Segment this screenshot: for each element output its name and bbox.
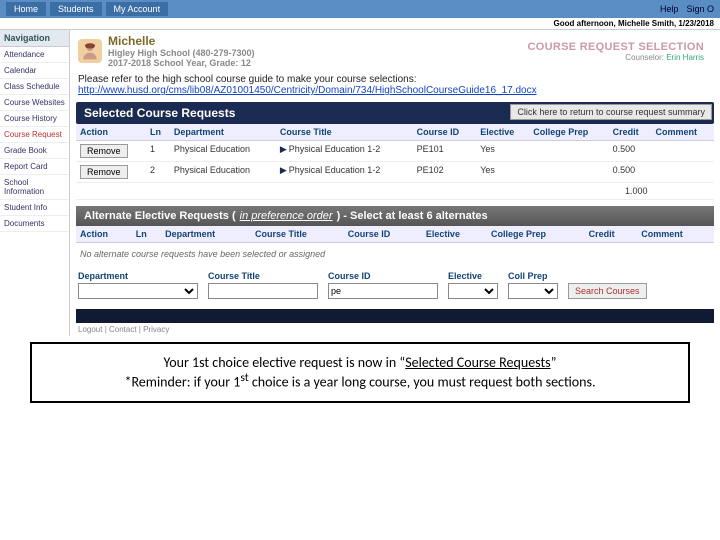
col-action: Action xyxy=(76,226,132,243)
greeting-bar: Good afternoon, Michelle Smith, 1/23/201… xyxy=(0,18,720,30)
remove-button[interactable]: Remove xyxy=(80,165,128,179)
alternates-header: Alternate Elective Requests (in preferen… xyxy=(76,206,714,226)
dept-label: Department xyxy=(78,271,198,281)
selected-requests-table: Action Ln Department Course Title Course… xyxy=(76,124,714,200)
col-elective: Elective xyxy=(422,226,487,243)
id-label: Course ID xyxy=(328,271,438,281)
col-title: Course Title xyxy=(276,124,413,141)
title-label: Course Title xyxy=(208,271,318,281)
top-nav: Home Students My Account Help Sign O xyxy=(0,0,720,18)
course-guide-link[interactable]: http://www.husd.org/cms/lib08/AZ01001450… xyxy=(78,85,537,96)
guide-notice: Please refer to the high school course g… xyxy=(70,72,720,98)
sidebar-item-report-card[interactable]: Report Card xyxy=(0,159,69,175)
counselor-label: Counselor: Erin Harris xyxy=(255,53,704,62)
col-id: Course ID xyxy=(413,124,477,141)
col-dept: Department xyxy=(170,124,276,141)
sidebar-item-grade-book[interactable]: Grade Book xyxy=(0,143,69,159)
no-alternates-message: No alternate course requests have been s… xyxy=(70,243,720,265)
sidebar-item-student-info[interactable]: Student Info xyxy=(0,200,69,216)
student-name: Michelle xyxy=(108,34,255,48)
col-credit: Credit xyxy=(609,124,652,141)
col-action: Action xyxy=(76,124,146,141)
col-prep: College Prep xyxy=(529,124,608,141)
return-summary-button[interactable]: Click here to return to course request s… xyxy=(510,104,712,120)
course-title-input[interactable] xyxy=(208,283,318,299)
col-ln: Ln xyxy=(132,226,161,243)
total-credit: 1.000 xyxy=(609,183,652,200)
elective-label: Elective xyxy=(448,271,498,281)
triangle-icon: ▶ xyxy=(280,165,287,175)
tab-home[interactable]: Home xyxy=(6,2,46,16)
course-search-row: Department Course Title Course ID Electi… xyxy=(70,265,720,309)
sidebar-item-documents[interactable]: Documents xyxy=(0,216,69,232)
col-id: Course ID xyxy=(344,226,422,243)
avatar xyxy=(78,39,102,63)
sidebar-header: Navigation xyxy=(0,30,69,47)
collprep-select[interactable] xyxy=(508,283,558,299)
col-comment: Comment xyxy=(637,226,714,243)
col-ln: Ln xyxy=(146,124,170,141)
col-prep: College Prep xyxy=(487,226,585,243)
remove-button[interactable]: Remove xyxy=(80,144,128,158)
sidebar-item-course-request[interactable]: Course Request xyxy=(0,127,69,143)
signout-link[interactable]: Sign O xyxy=(686,4,714,14)
triangle-icon: ▶ xyxy=(280,144,287,154)
sidebar: Navigation Attendance Calendar Class Sch… xyxy=(0,30,70,336)
sidebar-item-class-schedule[interactable]: Class Schedule xyxy=(0,79,69,95)
page-title: COURSE REQUEST SELECTION xyxy=(255,41,704,53)
total-row: 1.000 xyxy=(76,183,714,200)
sidebar-item-attendance[interactable]: Attendance xyxy=(0,47,69,63)
table-row: Remove 1 Physical Education ▶Physical Ed… xyxy=(76,141,714,162)
school-name: Higley High School (480-279-7300) xyxy=(108,48,255,58)
course-id-input[interactable] xyxy=(328,283,438,299)
dept-select[interactable] xyxy=(78,283,198,299)
tab-my-account[interactable]: My Account xyxy=(106,2,169,16)
col-dept: Department xyxy=(161,226,251,243)
elective-select[interactable] xyxy=(448,283,498,299)
col-title: Course Title xyxy=(251,226,344,243)
school-year: 2017-2018 School Year, Grade: 12 xyxy=(108,58,255,68)
tab-students[interactable]: Students xyxy=(50,2,102,16)
sidebar-item-course-websites[interactable]: Course Websites xyxy=(0,95,69,111)
col-credit: Credit xyxy=(585,226,638,243)
alternates-table: Action Ln Department Course Title Course… xyxy=(76,226,714,243)
person-icon xyxy=(80,41,100,61)
footer-links: Logout | Contact | Privacy xyxy=(70,323,720,336)
sidebar-item-school-info[interactable]: School Information xyxy=(0,175,69,200)
sidebar-item-course-history[interactable]: Course History xyxy=(0,111,69,127)
table-row: Remove 2 Physical Education ▶Physical Ed… xyxy=(76,162,714,183)
divider-bar xyxy=(76,309,714,323)
col-elective: Elective xyxy=(476,124,529,141)
help-link[interactable]: Help xyxy=(660,4,679,14)
search-courses-button[interactable]: Search Courses xyxy=(568,283,647,299)
instruction-callout: Your 1st choice elective request is now … xyxy=(30,342,690,403)
collprep-label: Coll Prep xyxy=(508,271,558,281)
sidebar-item-calendar[interactable]: Calendar xyxy=(0,63,69,79)
col-comment: Comment xyxy=(652,124,714,141)
user-info: Michelle Higley High School (480-279-730… xyxy=(108,34,255,68)
